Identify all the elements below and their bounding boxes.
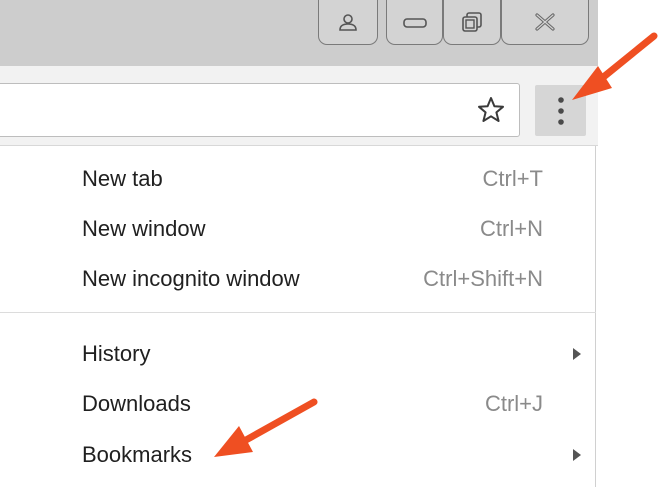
menu-item-label: New incognito window bbox=[82, 266, 300, 291]
minimize-button[interactable] bbox=[386, 0, 443, 45]
menu-item-label: Bookmarks bbox=[82, 442, 193, 467]
menu-item-bookmarks[interactable]: Bookmarks bbox=[0, 429, 596, 481]
person-icon bbox=[339, 14, 357, 31]
close-button[interactable] bbox=[501, 0, 589, 45]
vertical-dots-icon bbox=[557, 96, 564, 125]
profile-button[interactable] bbox=[318, 0, 378, 45]
browser-toolbar bbox=[0, 66, 598, 146]
menu-item-history[interactable]: History bbox=[0, 328, 596, 380]
menu-item-shortcut: Ctrl+J bbox=[484, 391, 543, 416]
menu-item-label: Downloads bbox=[82, 391, 191, 416]
restore-button[interactable] bbox=[443, 0, 501, 45]
browser-screenshot: New tab Ctrl+T New window Ctrl+N New inc… bbox=[0, 0, 662, 487]
star-icon[interactable] bbox=[477, 96, 505, 124]
chrome-menu-button[interactable] bbox=[535, 85, 586, 136]
submenu-arrow-icon bbox=[573, 449, 581, 461]
menu-separator bbox=[0, 312, 596, 313]
minimize-icon bbox=[402, 18, 427, 28]
restore-icon bbox=[462, 12, 482, 32]
menu-item-label: New tab bbox=[82, 166, 163, 191]
close-icon bbox=[535, 13, 555, 31]
menu-item-new-window[interactable]: New window Ctrl+N bbox=[0, 203, 596, 255]
menu-item-shortcut: Ctrl+N bbox=[480, 216, 543, 241]
menu-item-new-incognito-window[interactable]: New incognito window Ctrl+Shift+N bbox=[0, 253, 596, 305]
submenu-arrow-icon bbox=[573, 348, 581, 360]
address-bar[interactable] bbox=[0, 83, 520, 137]
menu-item-shortcut: Ctrl+T bbox=[482, 166, 544, 191]
menu-item-label: New window bbox=[82, 216, 206, 241]
menu-item-new-tab[interactable]: New tab Ctrl+T bbox=[0, 153, 596, 205]
menu-item-downloads[interactable]: Downloads Ctrl+J bbox=[0, 378, 596, 430]
title-bar bbox=[0, 0, 598, 66]
menu-item-shortcut: Ctrl+Shift+N bbox=[423, 266, 543, 291]
chrome-main-menu: New tab Ctrl+T New window Ctrl+N New inc… bbox=[0, 146, 596, 487]
menu-item-label: History bbox=[82, 341, 151, 366]
